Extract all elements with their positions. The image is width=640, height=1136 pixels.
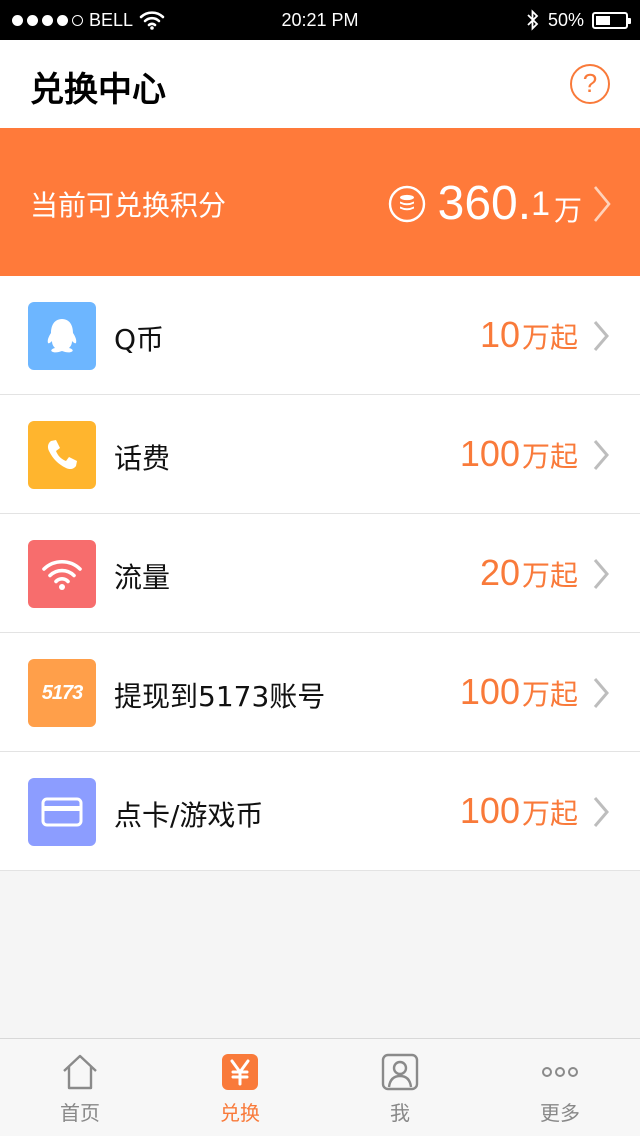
tab-me[interactable]: 我 xyxy=(320,1039,480,1136)
item-label: 话费 xyxy=(114,442,171,475)
bottom-tab-bar: 首页 兑换 我 更多 xyxy=(0,1038,640,1136)
exchange-list: Q币 10 万起 话费 100 万起 流量 20 万起 5173 提现到5173… xyxy=(0,276,640,871)
chevron-right-icon xyxy=(593,559,609,589)
tab-more[interactable]: 更多 xyxy=(480,1039,640,1136)
tab-label: 我 xyxy=(390,1101,410,1125)
card-icon xyxy=(28,778,96,846)
list-item-data-traffic[interactable]: 流量 20 万起 xyxy=(0,514,640,633)
signal-strength-icon xyxy=(12,14,83,26)
list-item-withdraw-5173[interactable]: 5173 提现到5173账号 100 万起 xyxy=(0,633,640,752)
wifi-icon xyxy=(139,11,165,30)
battery-icon xyxy=(592,11,631,29)
points-label: 当前可兑换积分 xyxy=(30,189,227,222)
coin-stack-icon xyxy=(388,185,425,223)
item-label: 流量 xyxy=(114,561,171,594)
home-icon xyxy=(63,1054,97,1090)
battery-percent: 50% xyxy=(547,9,584,30)
item-label: Q币 xyxy=(114,323,165,356)
tab-label: 兑换 xyxy=(220,1101,260,1125)
more-icon xyxy=(542,1067,578,1077)
user-icon xyxy=(381,1053,419,1091)
tab-label: 首页 xyxy=(60,1101,100,1125)
item-label: 点卡/游戏币 xyxy=(114,799,264,832)
app-header: 兑换中心 ? xyxy=(0,40,640,128)
list-item-qcoin[interactable]: Q币 10 万起 xyxy=(0,276,640,395)
help-button[interactable]: ? xyxy=(570,64,610,104)
item-min-points: 100 万起 xyxy=(459,790,578,831)
chevron-right-icon xyxy=(593,797,609,827)
carrier-name: BELL xyxy=(89,9,134,30)
status-bar: BELL 20:21 PM 50% xyxy=(0,0,640,40)
points-unit: 万 xyxy=(553,194,582,227)
item-min-points: 100 万起 xyxy=(459,433,578,474)
5173-logo-icon: 5173 xyxy=(28,659,96,727)
qq-penguin-icon xyxy=(28,302,96,370)
chevron-right-icon xyxy=(593,321,609,351)
points-value: 360. xyxy=(437,177,532,230)
bluetooth-icon xyxy=(527,9,539,31)
points-decimal: 1 xyxy=(531,185,550,223)
tab-label: 更多 xyxy=(540,1101,580,1125)
points-banner[interactable]: 当前可兑换积分 360. 1 万 xyxy=(0,128,640,276)
tab-exchange[interactable]: 兑换 xyxy=(160,1039,320,1136)
chevron-right-icon xyxy=(593,186,611,222)
item-label: 提现到5173账号 xyxy=(114,680,326,713)
tab-home[interactable]: 首页 xyxy=(0,1039,160,1136)
item-min-points: 20 万起 xyxy=(479,552,578,593)
list-item-game-card[interactable]: 点卡/游戏币 100 万起 xyxy=(0,752,640,871)
item-min-points: 100 万起 xyxy=(459,671,578,712)
yen-icon xyxy=(222,1054,258,1090)
item-min-points: 10 万起 xyxy=(479,314,578,355)
wifi-icon xyxy=(28,540,96,608)
list-item-phone-bill[interactable]: 话费 100 万起 xyxy=(0,395,640,514)
phone-icon xyxy=(28,421,96,489)
chevron-right-icon xyxy=(593,678,609,708)
page-title: 兑换中心 xyxy=(30,70,166,110)
chevron-right-icon xyxy=(593,440,609,470)
